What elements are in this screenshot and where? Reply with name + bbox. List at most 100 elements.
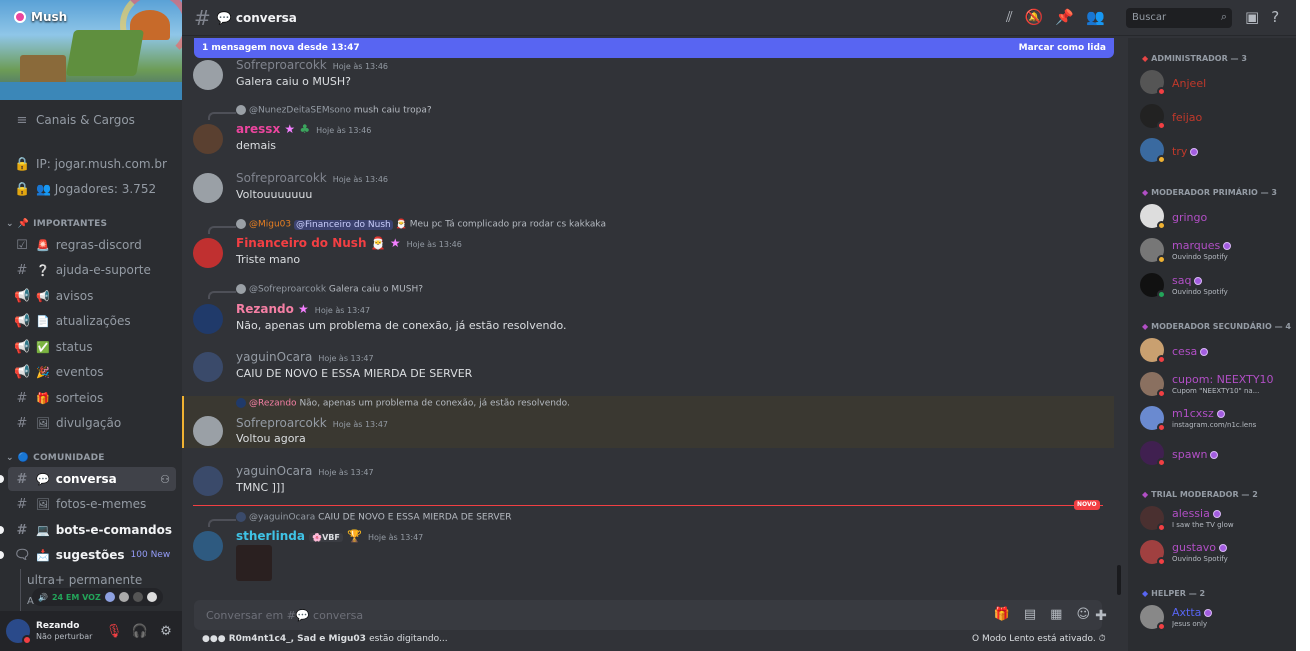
inbox-icon[interactable]: ▣	[1245, 8, 1259, 26]
guild-tag[interactable]: 🌸VBF	[309, 533, 343, 542]
reply-reference[interactable]: @Rezando Não, apenas um problema de cone…	[236, 398, 570, 409]
message-author[interactable]: aressx ★ ♣ Hoje às 13:46	[236, 122, 371, 136]
apps-icon[interactable]: ✚	[1086, 602, 1116, 630]
message-author[interactable]: Sofreproarcokk Hoje às 13:46	[236, 171, 388, 185]
message-author[interactable]: yaguinOcara Hoje às 13:47	[236, 464, 374, 478]
gear-icon[interactable]: ⚙	[156, 621, 176, 641]
member-list-icon[interactable]: 👥	[1086, 8, 1105, 26]
avatar	[1140, 104, 1166, 130]
member-item[interactable]: Anjeel	[1140, 70, 1296, 98]
message-time: Hoje às 13:47	[332, 420, 388, 429]
member-item[interactable]: m1cxsz instagram.com/n1c.lens	[1140, 406, 1296, 434]
member-item[interactable]: gringo	[1140, 204, 1296, 232]
new-messages-bar[interactable]: 1 mensagem nova desde 13:47 Marcar como …	[194, 38, 1114, 58]
players-channel[interactable]: 🔒 👥 Jogadores: 3.752	[8, 177, 176, 201]
channel-eventos[interactable]: 📢 🎉 eventos	[8, 360, 176, 384]
reply-reference[interactable]: @Migu03 @Financeiro do Nush 🎅 Meu pc Tá …	[236, 219, 606, 230]
image-attachment[interactable]	[236, 545, 272, 581]
message-author[interactable]: Sofreproarcokk Hoje às 13:47	[236, 416, 388, 430]
lock-icon: 🔒	[14, 156, 31, 172]
avatar[interactable]	[193, 466, 223, 496]
reply-reference[interactable]: @yaguinOcara CAIU DE NOVO E ESSA MIERDA …	[236, 512, 511, 523]
role-icon: ◆	[1142, 54, 1149, 63]
hash-icon: #	[194, 5, 211, 30]
message-author[interactable]: Rezando ★ Hoje às 13:47	[236, 302, 370, 316]
category-comunidade[interactable]: ⌄ 🔵 COMUNIDADE	[6, 453, 105, 463]
headphones-icon[interactable]: 🎧	[130, 621, 150, 641]
member-item[interactable]: cupom: NEEXTY10 Cupom "NEEXTY10" na...	[1140, 372, 1296, 400]
channel-emoji: 📢	[36, 289, 50, 303]
message-author[interactable]: Sofreproarcokk Hoje às 13:46	[236, 58, 388, 72]
message-author[interactable]: Financeiro do Nush 🎅 ★ Hoje às 13:46	[236, 236, 462, 250]
pin-icon[interactable]: 📌	[1055, 8, 1074, 26]
member-item[interactable]: try	[1140, 138, 1296, 166]
member-item[interactable]: gustavo Ouvindo Spotify	[1140, 540, 1296, 568]
member-item[interactable]: feijao	[1140, 104, 1296, 132]
add-member-icon[interactable]: ⚇	[160, 473, 170, 486]
avatar[interactable]	[193, 531, 223, 561]
channel-label: status	[55, 340, 93, 354]
member-activity: Cupom "NEEXTY10" na...	[1172, 387, 1260, 395]
category-label: COMUNIDADE	[33, 453, 105, 463]
channel-sugestoes[interactable]: 🗨 📩 sugestões 100 New	[8, 543, 176, 567]
server-name[interactable]: Mush	[14, 10, 67, 24]
help-icon[interactable]: ?	[1271, 8, 1279, 26]
mark-as-read-button[interactable]: Marcar como lida	[1019, 43, 1106, 53]
member-item[interactable]: saq Ouvindo Spotify	[1140, 273, 1296, 301]
mute-bell-icon[interactable]: 🔕	[1025, 8, 1044, 26]
reply-reference[interactable]: @NunezDeitaSEMsono mush caiu tropa?	[236, 105, 432, 116]
channel-avisos[interactable]: 📢 📢 avisos	[8, 284, 176, 308]
channel-status[interactable]: 📢 ✅ status	[8, 335, 176, 359]
avatar[interactable]	[193, 124, 223, 154]
gift-icon[interactable]: 🎁	[994, 607, 1010, 622]
avatar[interactable]	[193, 352, 223, 382]
channel-sorteios[interactable]: # 🎁 sorteios	[8, 386, 176, 410]
channel-ajuda-e-suporte[interactable]: # ❔ ajuda-e-suporte	[8, 258, 176, 282]
member-item[interactable]: spawn	[1140, 441, 1296, 469]
member-item[interactable]: marques Ouvindo Spotify	[1140, 238, 1296, 266]
lock-icon: 🔒	[14, 181, 31, 197]
mention[interactable]: @Financeiro do Nush	[294, 219, 393, 230]
channel-atualizacoes[interactable]: 📢 📄 atualizações	[8, 309, 176, 333]
channels-and-roles-item[interactable]: ≡ Canais & Cargos	[8, 108, 176, 132]
avatar[interactable]	[193, 60, 223, 90]
idle-status-icon	[1157, 221, 1166, 230]
nitro-badge-icon	[1223, 242, 1232, 250]
avatar[interactable]	[193, 238, 223, 268]
message-author[interactable]: stherlinda 🌸VBF 🏆 Hoje às 13:47	[236, 529, 423, 543]
user-avatar[interactable]	[6, 619, 32, 645]
avatar[interactable]	[193, 416, 223, 446]
channel-regras-discord[interactable]: ☑ 🚨 regras-discord	[8, 233, 176, 257]
ip-channel[interactable]: 🔒 IP: jogar.mush.com.br	[8, 152, 176, 176]
mute-mic-icon[interactable]: 🎙	[104, 621, 124, 641]
gif-icon[interactable]: ▤	[1024, 607, 1036, 622]
sticker-icon[interactable]: ▦	[1050, 607, 1062, 622]
message-author[interactable]: yaguinOcara Hoje às 13:47	[236, 350, 374, 364]
reply-spine	[208, 519, 236, 527]
scrollbar-thumb[interactable]	[1117, 565, 1121, 595]
channel-emoji: 🖼	[36, 416, 50, 430]
role-group-label: MODERADOR SECUNDÁRIO — 4	[1151, 322, 1291, 331]
avatar[interactable]	[193, 173, 223, 203]
member-name: cesa	[1172, 345, 1198, 358]
member-item[interactable]: Axtta Jesus only	[1140, 605, 1296, 633]
channel-conversa[interactable]: # 💬 conversa ⚇	[8, 467, 176, 491]
channel-fotos-e-memes[interactable]: # 🖼 fotos-e-memes	[8, 492, 176, 516]
role-group-label: HELPER — 2	[1151, 589, 1206, 598]
server-banner[interactable]: Mush	[0, 0, 182, 100]
nitro-badge-icon	[1194, 277, 1203, 285]
search-input[interactable]: Buscar ⌕	[1126, 8, 1232, 28]
threads-icon[interactable]: ⫽	[1006, 8, 1013, 26]
member-item[interactable]: cesa	[1140, 338, 1296, 366]
channel-bots-e-comandos[interactable]: # 💻 bots-e-comandos	[8, 518, 176, 542]
message-composer[interactable]: Conversar em #💬 conversa 🎁 ▤ ▦ ☺	[194, 600, 1102, 630]
avatar[interactable]	[193, 304, 223, 334]
nitro-badge-icon	[1204, 609, 1213, 617]
user-info[interactable]: Rezando Não perturbar	[36, 621, 98, 641]
category-importantes[interactable]: ⌄ 📌 IMPORTANTES	[6, 219, 107, 229]
voice-activity-pill[interactable]: 🔊 24 EM VOZ	[32, 588, 163, 606]
member-item[interactable]: alessia I saw the TV glow	[1140, 506, 1296, 534]
channel-divulgacao[interactable]: # 🖼 divulgação	[8, 411, 176, 435]
reply-reference[interactable]: @Sofreproarcokk Galera caiu o MUSH?	[236, 284, 423, 295]
reply-author: @yaguinOcara	[249, 512, 316, 523]
